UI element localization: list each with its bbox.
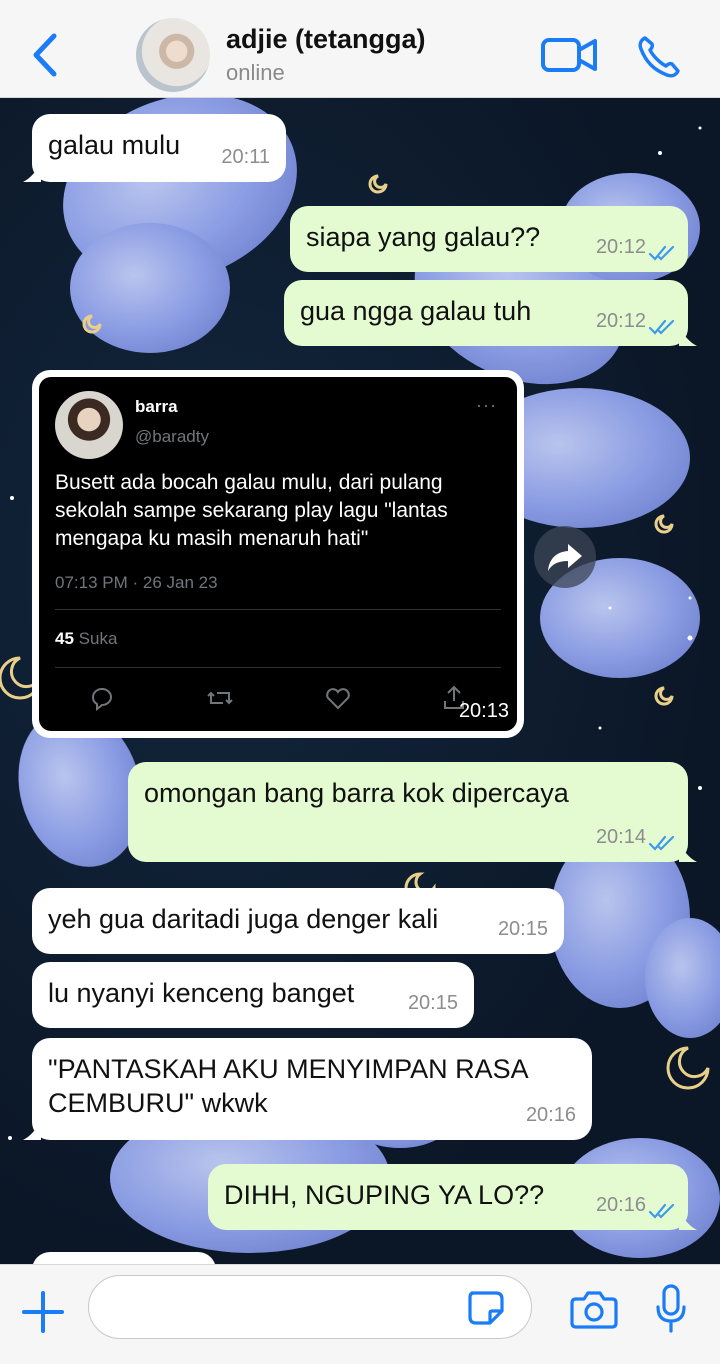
chat-area[interactable]: galau mulu 20:11 siapa yang galau?? 20:1… xyxy=(0,98,720,1264)
message-text: DIHH, NGUPING YA LO?? xyxy=(224,1180,545,1210)
likes-label: Suka xyxy=(78,629,118,648)
message-composer xyxy=(0,1264,720,1364)
chat-header: adjie (tetangga) online xyxy=(0,0,720,98)
phone-icon[interactable] xyxy=(636,34,682,80)
tweet-likes: 45 Suka xyxy=(55,629,117,649)
divider xyxy=(55,609,501,610)
bubble-tail xyxy=(679,1212,697,1230)
forward-icon xyxy=(548,544,582,571)
message-bubble-outgoing[interactable]: omongan bang barra kok dipercaya 20:14 xyxy=(128,762,697,862)
camera-icon[interactable] xyxy=(570,1287,618,1331)
message-bubble-outgoing[interactable]: gua ngga galau tuh 20:12 xyxy=(284,280,697,346)
more-icon: ··· xyxy=(476,395,497,415)
read-receipt-icon xyxy=(648,1203,675,1219)
tweet-text: Busett ada bocah galau mulu, dari pulang… xyxy=(55,471,448,550)
video-camera-icon[interactable] xyxy=(540,34,598,76)
divider xyxy=(55,667,501,668)
forward-button[interactable] xyxy=(534,526,596,588)
message-bubble-outgoing[interactable]: siapa yang galau?? 20:12 xyxy=(290,206,688,272)
bubble-tail xyxy=(679,328,697,346)
message-time: 20:14 xyxy=(595,826,646,848)
sticker-icon[interactable] xyxy=(466,1289,506,1327)
message-time: 20:13 xyxy=(458,700,509,722)
contact-avatar[interactable] xyxy=(136,18,210,92)
message-text: siapa yang galau?? xyxy=(306,222,541,252)
message-time: 20:16 xyxy=(525,1104,576,1126)
bubble-tail xyxy=(23,164,41,182)
message-time: 20:12 xyxy=(595,310,646,332)
bubble-tail xyxy=(679,844,697,862)
message-bubble-incoming[interactable]: "PANTASKAH AKU MENYIMPAN RASA CEMBURU" w… xyxy=(23,1038,592,1140)
like-icon xyxy=(326,688,350,710)
message-time: 20:11 xyxy=(221,146,270,168)
tweet-author-name: barra xyxy=(135,397,178,416)
tweet-avatar xyxy=(55,391,123,459)
message-text: gua ngga galau tuh xyxy=(300,296,532,326)
plus-icon[interactable] xyxy=(20,1289,66,1335)
message-bubble-incoming[interactable]: lu nyanyi kenceng banget 20:15 xyxy=(32,962,474,1028)
tweet-date: 07:13 PM · 26 Jan 23 xyxy=(55,573,218,592)
message-time: 20:16 xyxy=(595,1194,646,1216)
reply-icon xyxy=(92,688,112,712)
message-text: omongan bang barra kok dipercaya xyxy=(144,778,569,808)
read-receipt-icon xyxy=(648,319,675,335)
bubble-tail xyxy=(23,1122,41,1140)
likes-count: 45 xyxy=(55,629,74,648)
tweet-image-message[interactable]: barra @baradty ··· Busett ada bocah gala… xyxy=(32,370,524,738)
message-text: galau mulu xyxy=(48,130,181,160)
retweet-icon xyxy=(207,691,233,705)
message-bubble-outgoing[interactable]: DIHH, NGUPING YA LO?? 20:16 xyxy=(208,1164,697,1230)
contact-name[interactable]: adjie (tetangga) xyxy=(226,24,426,55)
tweet-screenshot[interactable]: barra @baradty ··· Busett ada bocah gala… xyxy=(39,377,517,731)
message-time: 20:15 xyxy=(497,918,548,940)
tweet-author-handle: @baradty xyxy=(135,427,209,446)
message-bubble-incoming[interactable]: galau mulu 20:11 xyxy=(23,114,286,182)
contact-status: online xyxy=(226,60,285,85)
message-bubble-incoming-partial[interactable] xyxy=(32,1252,216,1264)
read-receipt-icon xyxy=(648,835,675,851)
message-time: 20:12 xyxy=(595,236,646,258)
message-text: yeh gua daritadi juga denger kali xyxy=(48,904,439,934)
microphone-icon[interactable] xyxy=(654,1283,688,1335)
message-time: 20:15 xyxy=(407,992,458,1014)
message-bubble-incoming[interactable]: yeh gua daritadi juga denger kali 20:15 xyxy=(32,888,564,954)
chevron-left-icon[interactable] xyxy=(28,30,64,80)
message-text: lu nyanyi kenceng banget xyxy=(48,978,355,1008)
read-receipt-icon xyxy=(648,245,675,261)
message-text: "PANTASKAH AKU MENYIMPAN RASA CEMBURU" w… xyxy=(48,1054,528,1118)
